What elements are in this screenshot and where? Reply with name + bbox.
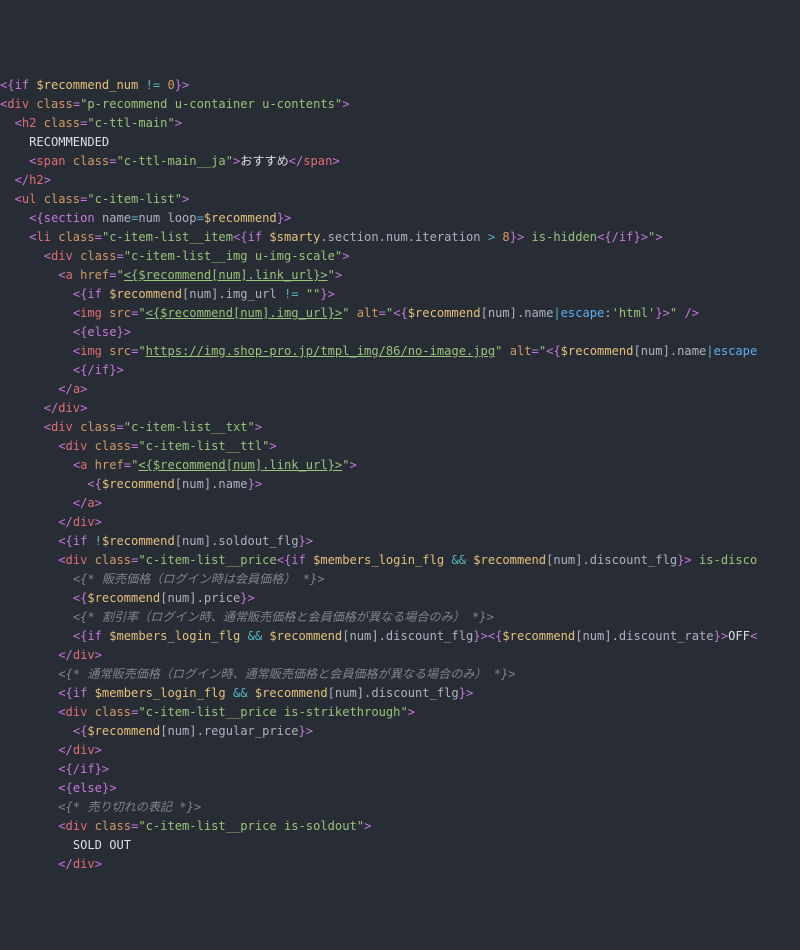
code-line: <{* 通常販売価格（ログイン時、通常販売価格と会員価格が異なる場合のみ） *}… — [0, 667, 516, 681]
code-line: <div class="c-item-list__price<{if $memb… — [0, 553, 757, 567]
code-line: </div> — [0, 743, 102, 757]
code-line: <{else}> — [0, 781, 117, 795]
code-line: <{* 販売価格（ログイン時は会員価格） *}> — [0, 572, 325, 586]
code-line: <h2 class="c-ttl-main"> — [0, 116, 182, 130]
code-line: <{* 売り切れの表記 *}> — [0, 800, 201, 814]
code-line: <{else}> — [0, 325, 131, 339]
code-line: <span class="c-ttl-main__ja">おすすめ</span> — [0, 154, 340, 168]
code-line: RECOMMENDED — [0, 135, 109, 149]
code-line: </div> — [0, 401, 87, 415]
code-line: <{/if}> — [0, 363, 124, 377]
code-line: <{if $members_login_flg && $recommend[nu… — [0, 629, 757, 643]
code-line: <div class="c-item-list__price is-soldou… — [0, 819, 371, 833]
code-line: <div class="c-item-list__img u-img-scale… — [0, 249, 350, 263]
code-line: <{$recommend[num].name}> — [0, 477, 262, 491]
code-line: <{if $members_login_flg && $recommend[nu… — [0, 686, 473, 700]
code-line: <{if $recommend[num].img_url != ""}> — [0, 287, 335, 301]
code-line: </div> — [0, 515, 102, 529]
code-line: <{if !$recommend[num].soldout_flg}> — [0, 534, 313, 548]
code-line: <{$recommend[num].regular_price}> — [0, 724, 313, 738]
code-line: </a> — [0, 382, 87, 396]
code-line: <{section name=num loop=$recommend}> — [0, 211, 291, 225]
code-block: <{if $recommend_num != 0}> <div class="p… — [0, 57, 800, 874]
code-line: <div class="c-item-list__txt"> — [0, 420, 262, 434]
code-line: <{if $recommend_num != 0}> — [0, 78, 189, 92]
code-line: <li class="c-item-list__item<{if $smarty… — [0, 230, 663, 244]
code-line: </a> — [0, 496, 102, 510]
code-line: <a href="<{$recommend[num].link_url}>"> — [0, 458, 357, 472]
code-line: <div class="c-item-list__ttl"> — [0, 439, 277, 453]
code-line: <div class="c-item-list__price is-strike… — [0, 705, 415, 719]
code-line: <{/if}> — [0, 762, 109, 776]
code-line: <img src="https://img.shop-pro.jp/tmpl_i… — [0, 344, 757, 358]
code-line: <div class="p-recommend u-container u-co… — [0, 97, 350, 111]
code-line: </h2> — [0, 173, 51, 187]
code-line: <a href="<{$recommend[num].link_url}>"> — [0, 268, 342, 282]
code-line: </div> — [0, 648, 102, 662]
code-line: <{* 割引率（ログイン時、通常販売価格と会員価格が異なる場合のみ） *}> — [0, 610, 494, 624]
code-line: <{$recommend[num].price}> — [0, 591, 255, 605]
code-line: </div> — [0, 857, 102, 871]
code-line: <img src="<{$recommend[num].img_url}>" a… — [0, 306, 699, 320]
code-line: <ul class="c-item-list"> — [0, 192, 189, 206]
code-line: SOLD OUT — [0, 838, 131, 852]
